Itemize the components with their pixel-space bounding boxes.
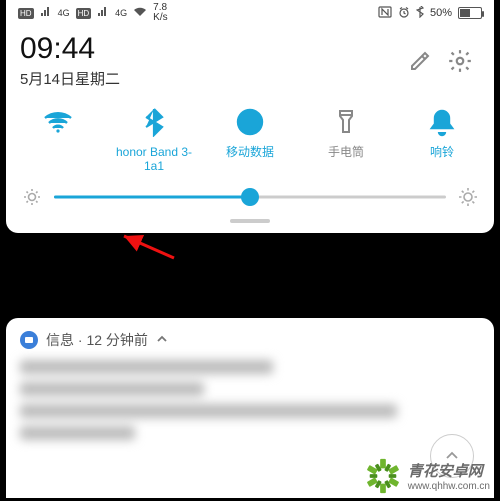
notification-time: 12 分钟前	[86, 332, 147, 348]
status-bar: HD 4G HD 4G 7.8 K/s	[6, 0, 494, 26]
brightness-high-icon	[458, 187, 478, 207]
messages-app-icon	[20, 331, 38, 349]
quick-toggles-row: W honor Band 3-1a1 移动数据 手电筒 响铃	[6, 97, 494, 175]
edit-toggles-button[interactable]	[400, 41, 440, 81]
signal-4g-label-1: 4G	[58, 8, 70, 18]
toggle-bluetooth[interactable]: honor Band 3-1a1	[106, 105, 202, 173]
battery-text: 50%	[430, 7, 452, 19]
nfc-icon	[378, 6, 392, 21]
quick-settings-panel: HD 4G HD 4G 7.8 K/s	[6, 0, 494, 233]
toggle-ring[interactable]: 响铃	[394, 105, 490, 173]
hd-badge-1: HD	[18, 8, 34, 19]
hd-badge-2: HD	[76, 8, 92, 19]
net-speed: 7.8 K/s	[153, 3, 167, 23]
brightness-row	[6, 175, 494, 215]
brightness-low-icon	[22, 187, 42, 207]
notification-header: 信息 · 12 分钟前	[20, 330, 480, 350]
watermark-logo-icon	[364, 457, 402, 495]
wifi-icon	[41, 105, 75, 139]
signal-4g-label-2: 4G	[115, 8, 127, 18]
mobile-data-icon	[233, 105, 267, 139]
toggle-mobile-data-label: 移动数据	[226, 145, 274, 173]
signal-icon-1	[40, 7, 52, 20]
toggle-wifi-label: W	[52, 145, 63, 173]
clock-time: 09:44	[20, 32, 400, 66]
signal-icon-2	[97, 7, 109, 20]
bell-icon	[425, 105, 459, 139]
annotation-arrow	[118, 232, 178, 267]
toggle-flashlight[interactable]: 手电筒	[298, 105, 394, 173]
battery-icon	[458, 7, 482, 19]
toggle-mobile-data[interactable]: 移动数据	[202, 105, 298, 173]
flashlight-icon	[329, 105, 363, 139]
toggle-ring-label: 响铃	[430, 145, 454, 173]
panel-header: 09:44 5月14日星期二	[6, 26, 494, 97]
panel-drag-handle[interactable]	[230, 219, 270, 223]
brightness-slider[interactable]	[54, 187, 446, 207]
collapse-icon[interactable]	[156, 332, 168, 348]
watermark-url: www.qhhw.com.cn	[408, 481, 490, 492]
bluetooth-icon	[137, 105, 171, 139]
toggle-bluetooth-label: honor Band 3-1a1	[106, 145, 202, 173]
bluetooth-status-icon	[416, 6, 424, 21]
settings-button[interactable]	[440, 41, 480, 81]
toggle-flashlight-label: 手电筒	[328, 145, 364, 173]
watermark: 青花安卓网 www.qhhw.com.cn	[364, 457, 490, 495]
notification-body-blurred	[20, 360, 480, 440]
clock-date: 5月14日星期二	[20, 68, 400, 89]
toggle-wifi[interactable]: W	[10, 105, 106, 173]
notification-app-name: 信息	[46, 332, 74, 348]
watermark-text: 青花安卓网	[408, 460, 490, 481]
alarm-icon	[398, 6, 410, 21]
wifi-status-icon	[133, 7, 147, 20]
